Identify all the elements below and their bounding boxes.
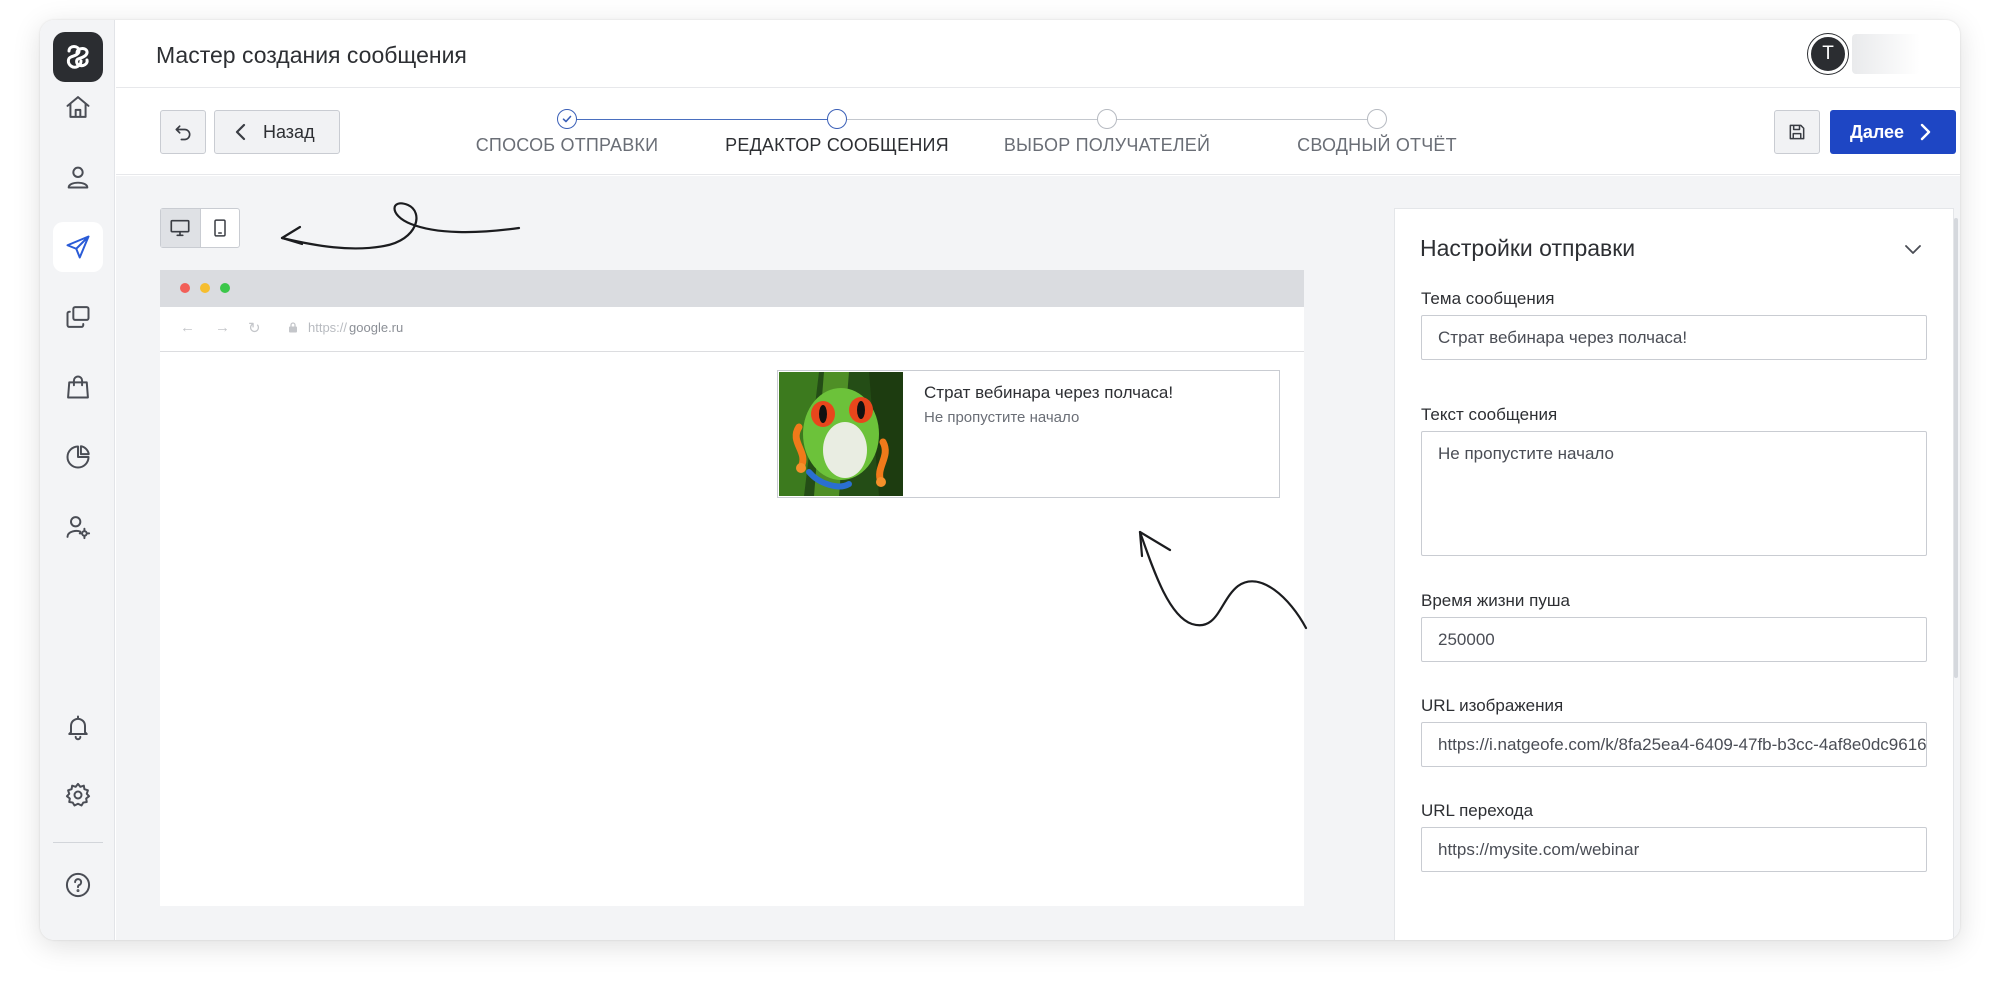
ttl-input[interactable]: 250000 — [1421, 617, 1927, 662]
image-url-input[interactable]: https://i.natgeofe.com/k/8fa25ea4-6409-4… — [1421, 722, 1927, 767]
logo-icon — [66, 45, 89, 69]
user-settings-icon — [66, 516, 91, 540]
chevron-left-icon — [235, 123, 246, 141]
sidebar — [40, 20, 115, 940]
next-button-label: Далее — [1850, 121, 1905, 142]
mobile-icon — [214, 219, 226, 237]
frog-image — [779, 372, 903, 496]
sidebar-item-notifications[interactable] — [53, 702, 103, 752]
page-title: Мастер создания сообщения — [156, 42, 467, 68]
next-button[interactable]: Далее — [1830, 110, 1956, 154]
send-icon — [66, 235, 90, 259]
step-label-recipients[interactable]: ВЫБОР ПОЛУЧАТЕЛЕЙ — [1004, 135, 1210, 156]
undo-icon — [175, 125, 191, 141]
sidebar-item-shop[interactable] — [53, 362, 103, 412]
step-dot-editor[interactable] — [827, 109, 847, 129]
link-url-label: URL перехода — [1421, 801, 1534, 820]
save-draft-button[interactable] — [1774, 110, 1820, 154]
app-logo[interactable] — [53, 32, 103, 82]
step-dot-report[interactable] — [1367, 109, 1387, 129]
minimize-dot — [200, 283, 210, 293]
browser-preview: ← → ↻ https://google.ru Страт вебинара ч… — [160, 270, 1308, 906]
sidebar-item-users[interactable] — [53, 152, 103, 202]
sidebar-divider — [53, 842, 103, 843]
step-dot-send-method[interactable] — [557, 109, 577, 129]
sidebar-item-home[interactable] — [53, 82, 103, 132]
step-connector-3 — [1107, 119, 1377, 120]
subject-label: Тема сообщения — [1421, 289, 1555, 308]
link-url-input[interactable]: https://mysite.com/webinar — [1421, 827, 1927, 872]
wizard-toolbar: Назад СПОСОБ ОТПРАВКИ РЕДАКТОР СООБЩЕНИЯ… — [116, 89, 1960, 175]
user-icon — [67, 166, 89, 189]
address-url: https://google.ru — [288, 320, 403, 335]
maximize-dot — [220, 283, 230, 293]
undo-button[interactable] — [160, 110, 206, 154]
annotation-arrow-push — [1138, 530, 1308, 630]
push-text: Не пропустите начало — [924, 409, 1080, 426]
step-dot-recipients[interactable] — [1097, 109, 1117, 129]
check-icon — [562, 115, 572, 123]
push-title: Страт вебинара через полчаса! — [924, 383, 1174, 402]
back-arrow-icon: ← — [180, 319, 195, 336]
bell-icon — [68, 715, 88, 741]
back-button-label: Назад — [263, 121, 315, 142]
subject-input[interactable]: Страт вебинара через полчаса! — [1421, 315, 1927, 360]
help-icon — [65, 872, 91, 898]
settings-scrollbar[interactable] — [1954, 218, 1958, 678]
message-text-label: Текст сообщения — [1421, 405, 1558, 424]
user-name-blurred — [1852, 34, 1920, 74]
lock-icon — [289, 322, 297, 333]
bag-icon — [67, 375, 89, 399]
copy-icon — [66, 306, 90, 328]
gear-icon — [65, 782, 91, 807]
push-image — [779, 372, 903, 496]
avatar[interactable]: T — [1808, 34, 1848, 74]
send-settings-panel: Настройки отправки Тема сообщения Страт … — [1394, 208, 1954, 940]
ttl-label: Время жизни пуша — [1421, 591, 1570, 610]
sidebar-item-templates[interactable] — [53, 292, 103, 342]
url-scheme: https:// — [308, 320, 348, 335]
step-connector-2 — [837, 119, 1107, 120]
step-label-editor[interactable]: РЕДАКТОР СООБЩЕНИЯ — [725, 135, 949, 156]
step-connector-1 — [567, 119, 837, 120]
desktop-view-button[interactable] — [161, 209, 200, 247]
app-window: Мастер создания сообщения T Назад СПОСОБ… — [40, 20, 1960, 940]
browser-titlebar — [160, 270, 1304, 307]
reload-icon: ↻ — [248, 320, 261, 337]
close-dot — [180, 283, 190, 293]
push-notification-preview: Страт вебинара через полчаса! Не пропуст… — [777, 370, 1280, 498]
desktop-icon — [170, 219, 191, 237]
sidebar-item-help[interactable] — [53, 860, 103, 910]
sidebar-item-analytics[interactable] — [53, 432, 103, 482]
annotation-arrow-device-switch — [280, 202, 521, 250]
header: Мастер создания сообщения T — [116, 20, 1960, 88]
editor-content: ← → ↻ https://google.ru Страт вебинара ч… — [116, 176, 1960, 940]
chevron-down-icon[interactable] — [1901, 237, 1925, 261]
browser-address-row: ← → ↻ https://google.ru — [160, 307, 1304, 352]
home-icon — [66, 96, 90, 118]
step-label-report[interactable]: СВОДНЫЙ ОТЧЁТ — [1297, 135, 1457, 156]
image-url-label: URL изображения — [1421, 696, 1564, 715]
chevron-right-icon — [1920, 123, 1931, 141]
sidebar-item-settings[interactable] — [53, 770, 103, 820]
url-host: google.ru — [349, 320, 404, 335]
back-button[interactable]: Назад — [214, 110, 340, 154]
sidebar-item-user-settings[interactable] — [53, 502, 103, 552]
floppy-icon — [1789, 124, 1805, 140]
sidebar-item-messages[interactable] — [53, 222, 103, 272]
device-switch — [160, 208, 240, 248]
forward-arrow-icon: → — [215, 319, 230, 336]
message-text-input[interactable]: Не пропустите начало — [1421, 431, 1927, 556]
pie-chart-icon — [66, 445, 90, 469]
mobile-view-button[interactable] — [199, 209, 239, 247]
settings-panel-title: Настройки отправки — [1420, 235, 1636, 261]
step-label-send-method[interactable]: СПОСОБ ОТПРАВКИ — [476, 135, 659, 156]
